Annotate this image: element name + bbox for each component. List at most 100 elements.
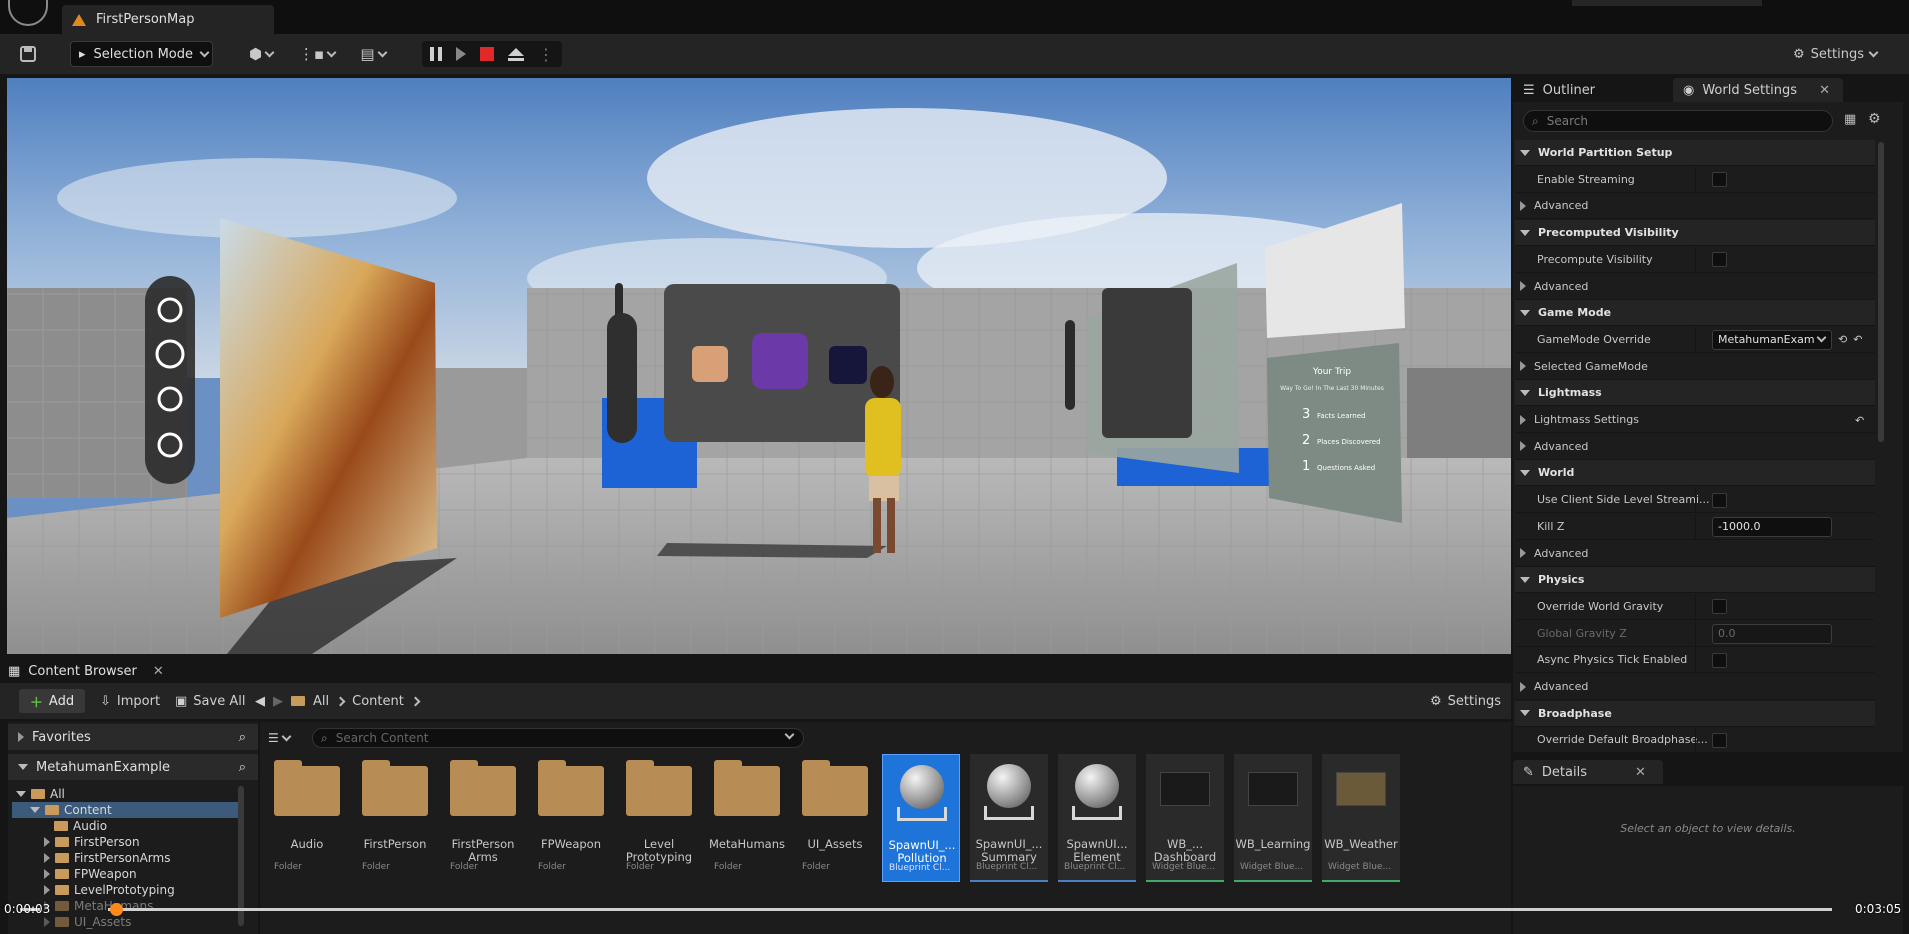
browse-icon[interactable]: ⟲ <box>1838 333 1847 346</box>
gamemode-dropdown[interactable]: MetahumanExam <box>1712 329 1832 350</box>
asset-widget[interactable]: WB_Weather Widget Blue... <box>1322 754 1400 882</box>
search-icon[interactable]: ⌕ <box>239 730 246 745</box>
asset-widget[interactable]: WB_... Dashboard Widget Blue... <box>1146 754 1224 882</box>
property-category[interactable]: Lightmass <box>1515 380 1875 407</box>
column-divider[interactable] <box>1695 727 1696 754</box>
breadcrumb-all[interactable]: All <box>313 694 329 709</box>
level-viewport[interactable]: Your Trip Way To Go! In The Last 30 Minu… <box>7 78 1511 654</box>
checkbox[interactable] <box>1712 599 1727 615</box>
unreal-logo-icon[interactable] <box>8 0 48 26</box>
asset-blueprint[interactable]: SpawnUI_... Summary Blueprint Cl... <box>970 754 1048 882</box>
asset-folder[interactable]: Audio Folder <box>268 754 346 882</box>
tree-item-content[interactable]: Content <box>12 802 242 818</box>
asset-folder[interactable]: UI_Assets Folder <box>796 754 874 882</box>
property-row[interactable]: Advanced <box>1515 674 1875 700</box>
project-header[interactable]: MetahumanExample ⌕ <box>8 754 258 780</box>
trip-stat-num: 3 <box>1302 407 1310 422</box>
tree-item-levelprototyping[interactable]: LevelPrototyping <box>12 882 242 898</box>
property-category[interactable]: Game Mode <box>1515 300 1875 327</box>
selection-mode-dropdown[interactable]: ▸ Selection Mode <box>70 41 213 67</box>
column-divider[interactable] <box>1695 647 1696 674</box>
tab-details[interactable]: ✎ Details ✕ <box>1513 760 1663 784</box>
property-row[interactable]: Selected GameMode <box>1515 353 1875 380</box>
reset-icon[interactable]: ↶ <box>1855 414 1864 427</box>
blueprint-menu-button[interactable]: ⋮▪ <box>294 41 340 67</box>
tab-content-browser[interactable]: ▦ Content Browser ✕ <box>8 659 164 683</box>
checkbox[interactable] <box>1712 492 1727 508</box>
property-category[interactable]: World <box>1515 460 1875 487</box>
column-divider[interactable] <box>1695 620 1696 647</box>
more-options-icon[interactable]: ⋮ <box>538 45 554 64</box>
world-settings-search-input[interactable]: ⌕ Search <box>1523 110 1833 132</box>
breadcrumb-content[interactable]: Content <box>352 694 404 709</box>
close-icon[interactable]: ✕ <box>1635 765 1646 780</box>
search-icon[interactable]: ⌕ <box>239 760 246 775</box>
table-view-icon[interactable]: ▦ <box>1844 112 1856 127</box>
back-icon[interactable]: ◀ <box>255 694 265 709</box>
tab-outliner[interactable]: ☰ Outliner <box>1513 78 1673 102</box>
chevron-down-icon[interactable] <box>784 729 795 740</box>
property-category[interactable]: Precomputed Visibility <box>1515 220 1875 247</box>
reset-icon[interactable]: ↶ <box>1853 333 1862 346</box>
close-icon[interactable]: ✕ <box>1819 83 1830 98</box>
property-row[interactable]: Advanced <box>1515 193 1875 220</box>
property-row[interactable]: Advanced <box>1515 433 1875 460</box>
tab-map[interactable]: FirstPersonMap <box>62 5 274 34</box>
tree-item-firstperson[interactable]: FirstPerson <box>12 834 242 850</box>
checkbox[interactable] <box>1712 652 1727 668</box>
save-icon[interactable] <box>16 41 40 67</box>
tab-world-settings[interactable]: ◉ World Settings ✕ <box>1673 78 1843 102</box>
checkbox[interactable] <box>1712 252 1727 268</box>
properties-scrollbar[interactable] <box>1878 142 1884 442</box>
eject-icon[interactable] <box>508 47 524 61</box>
number-field[interactable]: -1000.0 <box>1712 516 1832 537</box>
column-divider[interactable] <box>1695 326 1696 353</box>
checkbox[interactable] <box>1712 172 1727 188</box>
stop-icon[interactable] <box>480 47 494 61</box>
asset-widget[interactable]: WB_Learning Widget Blue... <box>1234 754 1312 882</box>
asset-folder[interactable]: FPWeapon Folder <box>532 754 610 882</box>
viewport-scene: Your Trip Way To Go! In The Last 30 Minu… <box>7 78 1511 654</box>
favorites-header[interactable]: Favorites ⌕ <box>8 724 258 750</box>
asset-blueprint-selected[interactable]: SpawnUI_... Pollution Blueprint Cl... <box>882 754 960 882</box>
column-divider[interactable] <box>1695 487 1696 514</box>
blueprint-sphere-icon <box>900 765 944 809</box>
pause-icon[interactable] <box>430 47 442 61</box>
asset-blueprint[interactable]: SpawnUI... Element Blueprint Cl... <box>1058 754 1136 882</box>
asset-folder[interactable]: FirstPerson Arms Folder <box>444 754 522 882</box>
step-icon[interactable] <box>456 47 466 61</box>
content-search-input[interactable]: ⌕ Search Content <box>312 728 804 748</box>
tree-item-audio[interactable]: Audio <box>12 818 242 834</box>
timeline-scrubber[interactable] <box>109 903 123 916</box>
column-divider[interactable] <box>1695 246 1696 273</box>
property-category[interactable]: World Partition Setup <box>1515 140 1875 166</box>
tree-item-fpweapon[interactable]: FPWeapon <box>12 866 242 882</box>
save-all-button[interactable]: ▣ Save All <box>175 689 245 713</box>
property-category[interactable]: Broadphase <box>1515 700 1875 727</box>
checkbox[interactable] <box>1712 732 1727 748</box>
viewport-settings-button[interactable]: ⚙ Settings <box>1790 41 1880 67</box>
gear-icon[interactable]: ⚙ <box>1868 111 1881 127</box>
property-row[interactable]: Advanced <box>1515 540 1875 567</box>
add-button[interactable]: ＋ Add <box>19 689 85 713</box>
property-label: Enable Streaming <box>1537 172 1635 186</box>
add-actor-button[interactable]: ⬢ <box>238 41 284 67</box>
close-icon[interactable]: ✕ <box>153 664 164 679</box>
property-row[interactable]: Lightmass Settings ↶ <box>1515 407 1875 433</box>
filter-button[interactable]: ☰ <box>268 728 292 748</box>
tree-item-firstpersonarms[interactable]: FirstPersonArms <box>12 850 242 866</box>
asset-folder[interactable]: MetaHumans Folder <box>708 754 786 882</box>
column-divider[interactable] <box>1695 166 1696 193</box>
property-category[interactable]: Physics <box>1515 567 1875 594</box>
cb-settings-button[interactable]: ⚙ Settings <box>1430 689 1501 713</box>
forward-icon[interactable]: ▶ <box>273 694 283 709</box>
import-button[interactable]: ⇩ Import <box>100 689 160 713</box>
tree-item-all[interactable]: All <box>12 786 242 802</box>
property-row[interactable]: Advanced <box>1515 273 1875 300</box>
column-divider[interactable] <box>1695 513 1696 540</box>
timeline-track[interactable] <box>108 908 1832 911</box>
cinematics-button[interactable]: ▤ <box>350 41 396 67</box>
asset-folder[interactable]: FirstPerson Folder <box>356 754 434 882</box>
asset-folder[interactable]: Level Prototyping Folder <box>620 754 698 882</box>
column-divider[interactable] <box>1695 593 1696 620</box>
